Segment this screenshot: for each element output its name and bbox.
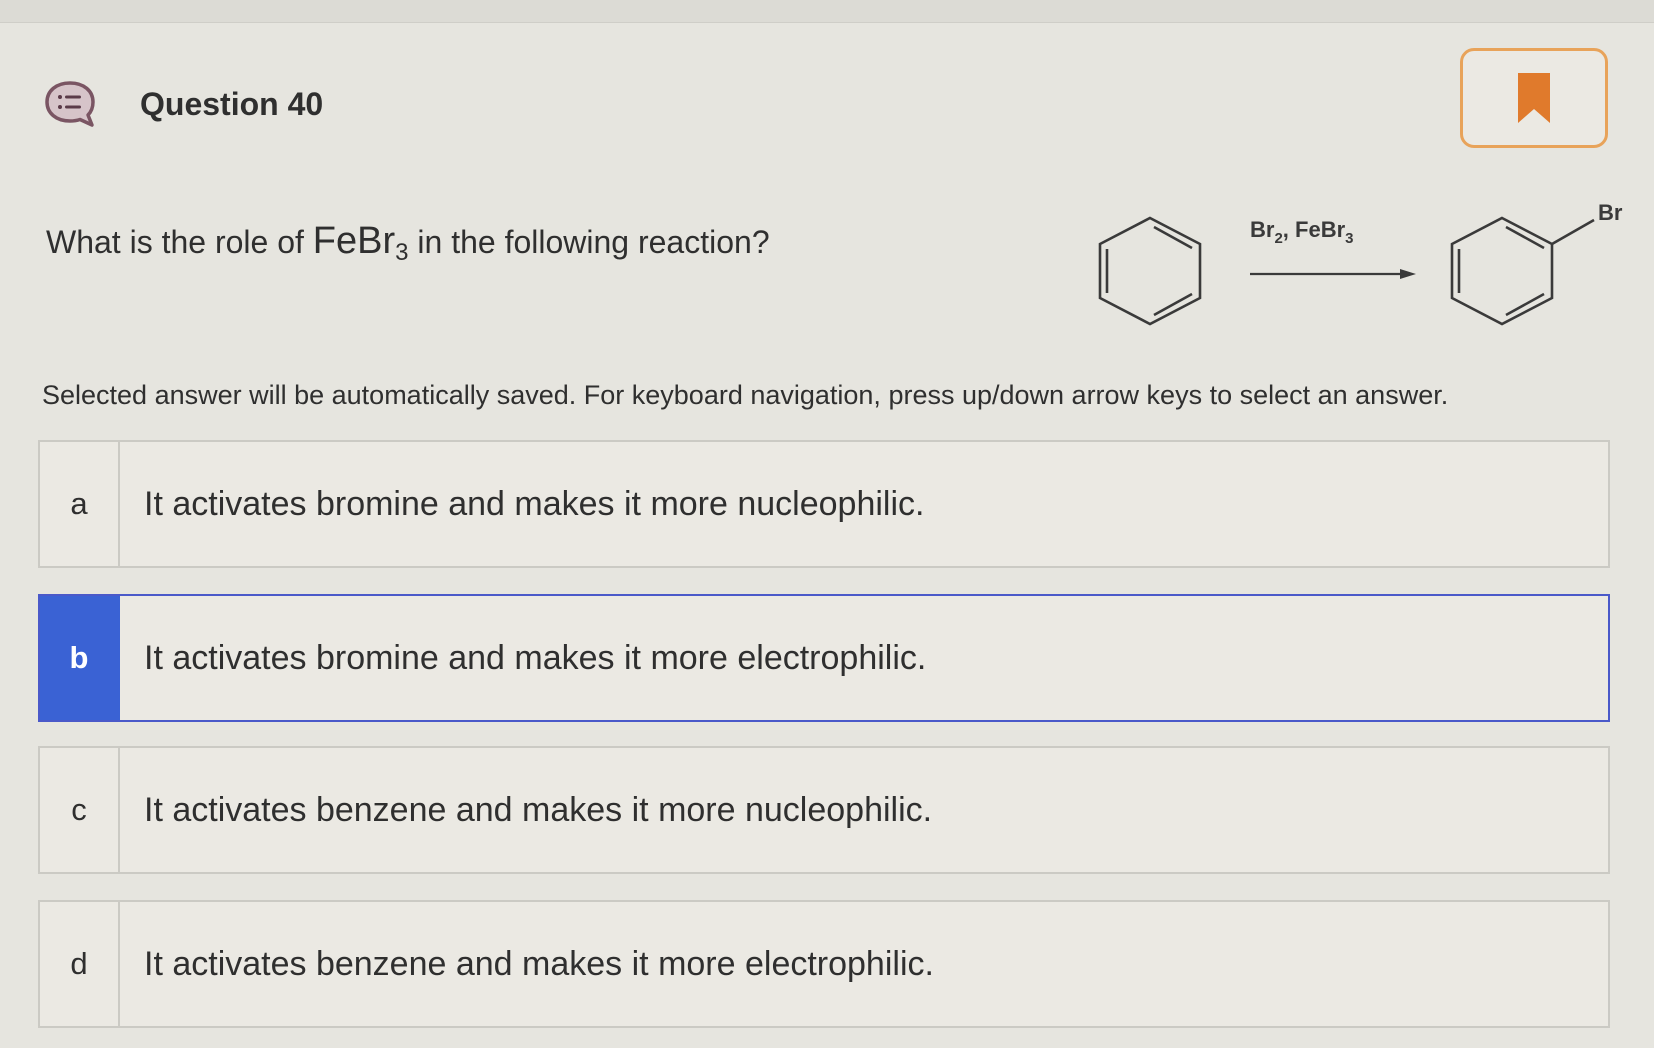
question-title: Question 40 xyxy=(140,86,324,122)
option-a[interactable]: a It activates bromine and makes it more… xyxy=(38,440,1610,568)
benzene-reactant xyxy=(1098,216,1202,326)
option-text: It activates bromine and makes it more n… xyxy=(144,484,925,523)
reaction-scheme: Br2, FeBr3 Br xyxy=(1090,200,1650,350)
bromobenzene-product xyxy=(1450,216,1595,326)
window-top-edge xyxy=(0,0,1654,23)
question-list-icon xyxy=(44,80,96,128)
option-letter: a xyxy=(40,442,120,566)
reaction-arrow xyxy=(1250,269,1416,279)
option-text: It activates benzene and makes it more n… xyxy=(144,790,933,829)
question-prompt: What is the role of FeBr3 in the followi… xyxy=(46,220,770,267)
instructions-text: Selected answer will be automatically sa… xyxy=(42,380,1449,410)
bromo-substituent: Br xyxy=(1598,200,1623,225)
option-text: It activates bromine and makes it more e… xyxy=(144,638,927,677)
option-text: It activates benzene and makes it more e… xyxy=(144,944,934,983)
formula-subscript: 3 xyxy=(395,239,409,266)
option-b[interactable]: b It activates bromine and makes it more… xyxy=(38,594,1610,722)
option-c[interactable]: c It activates benzene and makes it more… xyxy=(38,746,1610,874)
formula-main: FeBr xyxy=(312,220,396,262)
bookmark-icon xyxy=(1518,73,1550,123)
option-letter: d xyxy=(40,902,120,1026)
reagents-label: Br2, FeBr3 xyxy=(1250,217,1354,247)
prompt-before: What is the role of xyxy=(46,224,313,260)
option-letter: b xyxy=(40,596,120,720)
option-letter: c xyxy=(40,748,120,872)
bookmark-button[interactable] xyxy=(1460,48,1608,148)
option-d[interactable]: d It activates benzene and makes it more… xyxy=(38,900,1610,1028)
prompt-after: in the following reaction? xyxy=(408,224,770,260)
catalyst-formula: FeBr3 xyxy=(312,220,409,266)
